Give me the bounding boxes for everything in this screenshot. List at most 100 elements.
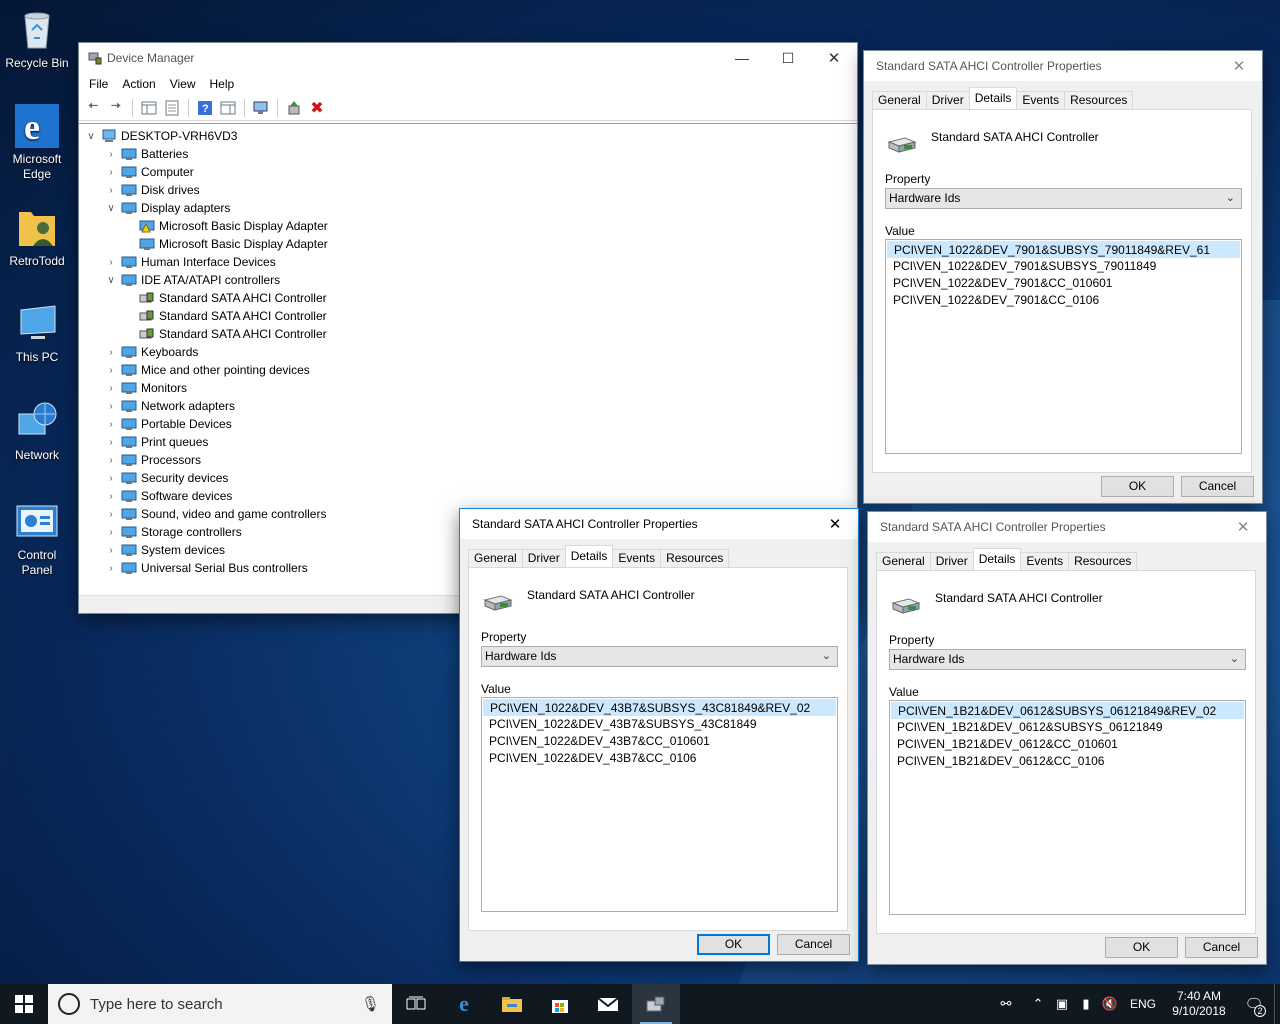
tree-item-security-devices[interactable]: › Security devices (79, 469, 857, 487)
dialog-titlebar[interactable]: Standard SATA AHCI Controller Properties… (868, 512, 1266, 542)
tree-item-network-adapters[interactable]: › Network adapters (79, 397, 857, 415)
tab-events[interactable]: Events (612, 549, 662, 567)
value-listbox[interactable]: PCI\VEN_1022&DEV_7901&SUBSYS_79011849&RE… (885, 239, 1242, 454)
network-tray-icon[interactable]: ▣ (1050, 996, 1074, 1012)
file-explorer-icon[interactable] (488, 984, 536, 1024)
tree-item-standard-sata-ahci-controller[interactable]: Standard SATA AHCI Controller (79, 307, 857, 325)
expanded-chevron-icon[interactable]: ∨ (85, 131, 97, 142)
ok-button[interactable]: OK (1105, 937, 1178, 958)
tree-item-batteries[interactable]: › Batteries (79, 145, 857, 163)
tree-item-keyboards[interactable]: › Keyboards (79, 343, 857, 361)
tab-general[interactable]: General (876, 552, 931, 570)
tab-driver[interactable]: Driver (929, 552, 974, 570)
ok-button[interactable]: OK (1101, 476, 1174, 497)
close-button[interactable]: ✕ (811, 43, 857, 73)
tree-item-portable-devices[interactable]: › Portable Devices (79, 415, 857, 433)
tree-item-mice-and-other-pointing-devices[interactable]: › Mice and other pointing devices (79, 361, 857, 379)
value-list-item[interactable]: PCI\VEN_1B21&DEV_0612&SUBSYS_06121849&RE… (891, 702, 1244, 719)
device-manager-titlebar[interactable]: Device Manager — ☐ ✕ (79, 43, 857, 73)
value-list-item[interactable]: PCI\VEN_1022&DEV_43B7&SUBSYS_43C81849 (483, 716, 836, 733)
tab-resources[interactable]: Resources (660, 549, 730, 567)
tree-item-standard-sata-ahci-controller[interactable]: Standard SATA AHCI Controller (79, 289, 857, 307)
collapsed-chevron-icon[interactable]: › (105, 419, 117, 430)
language-indicator[interactable]: ENG (1122, 997, 1164, 1011)
collapsed-chevron-icon[interactable]: › (105, 365, 117, 376)
collapsed-chevron-icon[interactable]: › (105, 563, 117, 574)
tree-item-human-interface-devices[interactable]: › Human Interface Devices (79, 253, 857, 271)
start-button[interactable] (0, 984, 48, 1024)
value-listbox[interactable]: PCI\VEN_1022&DEV_43B7&SUBSYS_43C81849&RE… (481, 697, 838, 912)
back-arrow-icon[interactable]: 🠄 (83, 98, 103, 118)
tree-item-disk-drives[interactable]: › Disk drives (79, 181, 857, 199)
action-center-icon[interactable]: 🗨 2 (1234, 995, 1274, 1017)
tree-item-computer[interactable]: › Computer (79, 163, 857, 181)
collapsed-chevron-icon[interactable]: › (105, 347, 117, 358)
minimize-button[interactable]: — (719, 43, 765, 73)
collapsed-chevron-icon[interactable]: › (105, 509, 117, 520)
collapsed-chevron-icon[interactable]: › (105, 383, 117, 394)
collapsed-chevron-icon[interactable]: › (105, 185, 117, 196)
value-list-item[interactable]: PCI\VEN_1022&DEV_43B7&SUBSYS_43C81849&RE… (483, 699, 836, 716)
device-manager-taskbar-icon[interactable] (632, 984, 680, 1024)
value-list-item[interactable]: PCI\VEN_1B21&DEV_0612&SUBSYS_06121849 (891, 719, 1244, 736)
value-list-item[interactable]: PCI\VEN_1022&DEV_7901&CC_010601 (887, 275, 1240, 292)
tab-details[interactable]: Details (972, 548, 1022, 570)
collapsed-chevron-icon[interactable]: › (105, 257, 117, 268)
tree-item-print-queues[interactable]: › Print queues (79, 433, 857, 451)
close-button[interactable]: ✕ (812, 509, 858, 539)
menu-help[interactable]: Help (204, 77, 241, 91)
value-list-item[interactable]: PCI\VEN_1022&DEV_7901&SUBSYS_79011849 (887, 258, 1240, 275)
people-icon[interactable]: ⚯ (994, 996, 1018, 1012)
taskbar-search-box[interactable]: Type here to search 🎙 (48, 984, 392, 1024)
task-view-icon[interactable] (392, 984, 440, 1024)
desktop-icon-computer[interactable]: This PC (4, 302, 70, 365)
collapsed-chevron-icon[interactable]: › (105, 401, 117, 412)
tree-item-software-devices[interactable]: › Software devices (79, 487, 857, 505)
value-list-item[interactable]: PCI\VEN_1022&DEV_7901&SUBSYS_79011849&RE… (887, 241, 1240, 258)
dialog-titlebar[interactable]: Standard SATA AHCI Controller Properties… (864, 51, 1262, 81)
desktop-icon-edge[interactable]: e Microsoft Edge (4, 104, 70, 182)
mail-icon[interactable] (584, 984, 632, 1024)
help-icon[interactable]: ? (195, 98, 215, 118)
cancel-button[interactable]: Cancel (1181, 476, 1254, 497)
action-pane-icon[interactable] (218, 98, 238, 118)
cancel-button[interactable]: Cancel (777, 934, 850, 955)
value-list-item[interactable]: PCI\VEN_1022&DEV_43B7&CC_0106 (483, 750, 836, 767)
value-list-item[interactable]: PCI\VEN_1B21&DEV_0612&CC_0106 (891, 753, 1244, 770)
clock[interactable]: 7:40 AM 9/10/2018 (1164, 989, 1234, 1019)
scan-hardware-icon[interactable] (251, 98, 271, 118)
tab-driver[interactable]: Driver (521, 549, 566, 567)
tab-driver[interactable]: Driver (925, 91, 970, 109)
collapsed-chevron-icon[interactable]: › (105, 491, 117, 502)
value-listbox[interactable]: PCI\VEN_1B21&DEV_0612&SUBSYS_06121849&RE… (889, 700, 1246, 915)
collapsed-chevron-icon[interactable]: › (105, 437, 117, 448)
desktop-icon-control-panel[interactable]: Control Panel (4, 500, 70, 578)
property-dropdown[interactable]: Hardware Ids ⌄ (889, 649, 1246, 670)
menu-file[interactable]: File (83, 77, 114, 91)
close-button[interactable]: ✕ (1220, 512, 1266, 542)
tree-item-processors[interactable]: › Processors (79, 451, 857, 469)
power-tray-icon[interactable]: ▮ (1074, 996, 1098, 1012)
edge-taskbar-icon[interactable]: e (440, 984, 488, 1024)
desktop-icon-recycle-bin[interactable]: Recycle Bin (4, 8, 70, 71)
store-icon[interactable] (536, 984, 584, 1024)
collapsed-chevron-icon[interactable]: › (105, 473, 117, 484)
cancel-button[interactable]: Cancel (1185, 937, 1258, 958)
show-hide-tree-icon[interactable] (139, 98, 159, 118)
tab-general[interactable]: General (872, 91, 927, 109)
desktop-icon-network[interactable]: Network (4, 400, 70, 463)
value-list-item[interactable]: PCI\VEN_1022&DEV_7901&CC_0106 (887, 292, 1240, 309)
tab-events[interactable]: Events (1016, 91, 1066, 109)
collapsed-chevron-icon[interactable]: › (105, 527, 117, 538)
ok-button[interactable]: OK (697, 934, 770, 955)
tree-root-computer[interactable]: ∨ DESKTOP-VRH6VD3 (79, 127, 857, 145)
tree-item-standard-sata-ahci-controller[interactable]: Standard SATA AHCI Controller (79, 325, 857, 343)
expanded-chevron-icon[interactable]: ∨ (105, 203, 117, 214)
tree-item-monitors[interactable]: › Monitors (79, 379, 857, 397)
tree-item-display-adapters[interactable]: ∨ Display adapters (79, 199, 857, 217)
value-list-item[interactable]: PCI\VEN_1B21&DEV_0612&CC_010601 (891, 736, 1244, 753)
forward-arrow-icon[interactable]: 🠆 (106, 98, 126, 118)
show-desktop-button[interactable] (1274, 984, 1280, 1024)
tab-resources[interactable]: Resources (1064, 91, 1134, 109)
property-dropdown[interactable]: Hardware Ids ⌄ (481, 646, 838, 667)
